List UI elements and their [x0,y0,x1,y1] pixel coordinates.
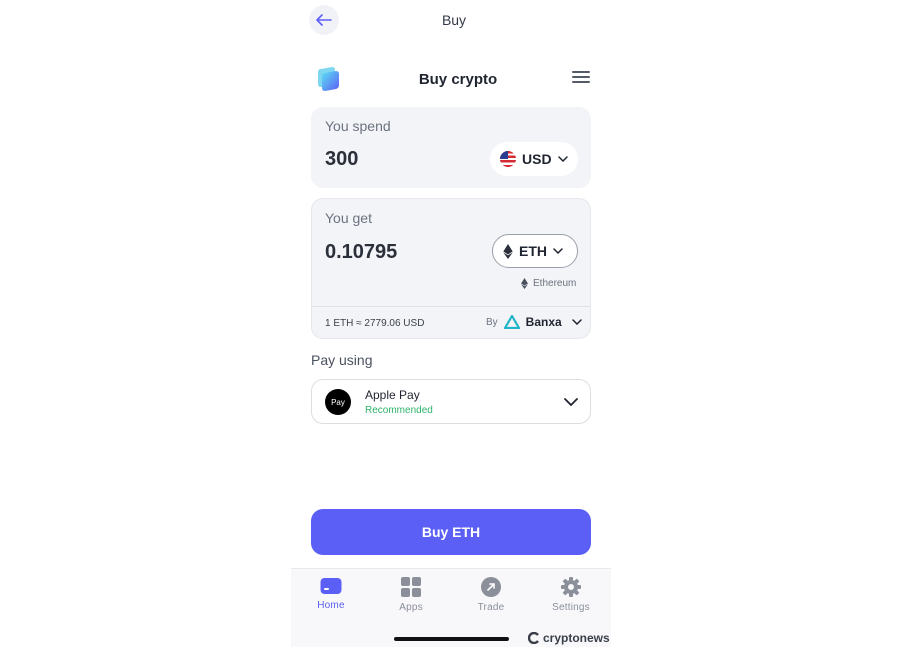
apple-pay-logo-text: Pay [331,397,345,407]
exchange-rate: 1 ETH ≈ 2779.06 USD [325,318,425,329]
currency-code: USD [522,151,552,167]
cryptonews-logo-icon [528,632,539,644]
spend-amount-input[interactable]: 300 [325,148,358,171]
chevron-down-icon [553,248,563,254]
provider-name: Banxa [525,315,562,329]
page-title: Buy [441,12,467,28]
payment-method-name: Apple Pay [365,388,420,402]
currency-code: ETH [519,243,547,259]
bottom-navigation: Home Apps Trade Settings cryptonews [291,568,611,647]
us-flag-icon [500,151,516,167]
spend-card: You spend 300 USD [311,107,591,188]
card-icon [320,578,342,594]
network-tag: Ethereum [521,278,576,289]
network-name: Ethereum [533,278,577,289]
divider [312,306,590,307]
watermark-text: cryptonews [543,631,610,645]
menu-button[interactable] [572,71,590,85]
provider-by-label: By [486,316,498,328]
nav-label: Home [317,600,345,611]
get-card: You get 0.10795 ETH Ethereum 1 ETH ≈ 277… [311,198,591,339]
header-title: Buy crypto [418,71,498,88]
currency-select-usd[interactable]: USD [490,142,578,176]
chevron-down-icon [571,319,582,325]
swap-icon [481,577,501,597]
payment-method-select[interactable]: Pay Apple Pay Recommended [311,379,591,424]
nav-item-home[interactable]: Home [291,577,371,611]
gear-icon [561,577,581,597]
hamburger-icon-line [572,75,590,78]
pay-using-label: Pay using [311,352,373,368]
get-amount: 0.10795 [325,241,398,263]
provider-select[interactable]: By Banxa [486,315,582,329]
watermark: cryptonews [528,631,610,645]
grid-icon [401,577,421,597]
nav-item-trade[interactable]: Trade [451,577,531,613]
nav-item-apps[interactable]: Apps [371,577,451,613]
buy-eth-button[interactable]: Buy ETH [311,509,591,555]
nav-item-settings[interactable]: Settings [531,577,611,613]
chevron-down-icon [557,156,568,162]
hamburger-icon-line [572,80,590,83]
nav-label: Settings [552,602,590,613]
get-label: You get [325,210,372,226]
banxa-logo-icon [503,315,520,329]
nav-label: Trade [477,602,505,613]
nav-label: Apps [399,602,423,613]
hamburger-icon-line [572,71,590,73]
home-indicator [394,637,509,641]
currency-select-eth[interactable]: ETH [492,234,578,268]
ethereum-icon [503,243,513,259]
apple-pay-icon: Pay [325,389,351,415]
recommended-badge: Recommended [365,405,433,416]
ethereum-icon [521,278,528,289]
spend-label: You spend [325,118,391,134]
chevron-down-icon [564,398,578,406]
